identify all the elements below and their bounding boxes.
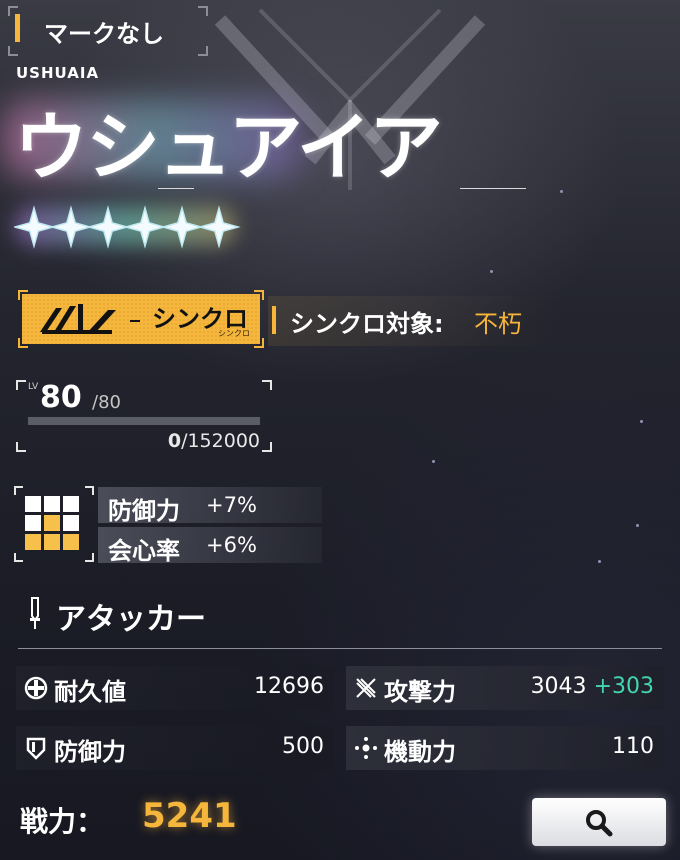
sync-target-value: 不朽 [474,310,522,338]
rarity-star-icon [160,205,204,249]
rarity-star-icon [197,205,241,249]
mark-label: マークなし [44,20,164,48]
level-tag: LV [28,382,39,392]
grid-cells [25,496,81,552]
bonus-value: +7% [206,493,257,517]
sync-sublabel: シンクロ [218,329,250,338]
detail-search-button[interactable] [532,798,666,846]
rarity-star-icon [14,205,56,249]
bg-star [598,560,601,563]
stat-mobility: 機動力 110 [346,726,664,770]
bg-star [640,420,643,423]
sync-badge[interactable]: シンクロ シンクロ [18,290,264,348]
character-name-jp: ウシュアイア [14,105,443,191]
power-value: 5241 [142,796,237,836]
cross-icon [24,676,48,700]
shield-icon [26,737,46,760]
rarity-star-icon [49,205,93,249]
exp-current: 0 [167,430,182,452]
sync-dash [130,320,140,322]
bg-star [560,190,563,193]
stat-label: 耐久値 [54,678,126,706]
grid-cell [44,496,60,512]
mark-accent-bar [15,14,20,42]
sync-emblem-icon [40,304,116,334]
role-label: アタッカー [56,602,206,637]
bg-star [432,460,435,463]
stat-label: 機動力 [384,738,456,766]
exp-readout: 0/152000 [142,430,260,452]
bg-star [490,270,493,273]
exp-bar [28,417,260,425]
grid-cell [25,534,41,550]
bonus-label: 防御力 [108,497,180,525]
bonus-row: 会心率 +6% [98,527,322,565]
sword-icon [30,597,40,629]
crossed-blades-icon [356,678,376,698]
sync-target-label: シンクロ対象: [290,310,444,338]
stat-value: 110 [612,734,654,759]
stat-attack: 攻撃力 3043 +303 [346,666,664,710]
bg-star [636,524,639,527]
level-current: 80 [40,380,82,415]
bonus-label: 会心率 [108,537,180,565]
grid-cell [25,496,41,512]
bonus-row: 防御力 +7% [98,487,322,525]
divider [158,188,194,189]
sync-target-accent-bar [272,306,276,334]
stat-label: 防御力 [54,738,126,766]
stat-value: 12696 [254,674,324,699]
character-name-en: USHUAIA [16,64,100,82]
stat-value: 3043 [530,674,587,699]
level-max: /80 [92,392,121,413]
grid-cell [25,515,41,531]
module-grid[interactable] [14,486,94,562]
power-label: 戦力： [20,805,105,838]
rarity-stars [14,202,244,252]
divider [460,188,526,189]
stat-value-group: 3043 +303 [531,674,654,699]
exp-total: /152000 [181,430,260,452]
grid-cell [63,515,79,531]
grid-cell [44,515,60,531]
stat-bonus: +303 [593,674,654,699]
stat-value: 500 [282,734,324,759]
grid-cell [63,496,79,512]
stat-label: 攻撃力 [384,678,456,706]
rarity-star-icon [86,205,130,249]
move-icon [355,737,377,759]
stat-durability: 耐久値 12696 [16,666,334,710]
rarity-star-icon [123,205,167,249]
grid-cell [44,534,60,550]
bonus-value: +6% [206,533,257,557]
search-icon [586,810,613,837]
stat-defense: 防御力 500 [16,726,334,770]
grid-cell [63,534,79,550]
divider [18,648,662,649]
